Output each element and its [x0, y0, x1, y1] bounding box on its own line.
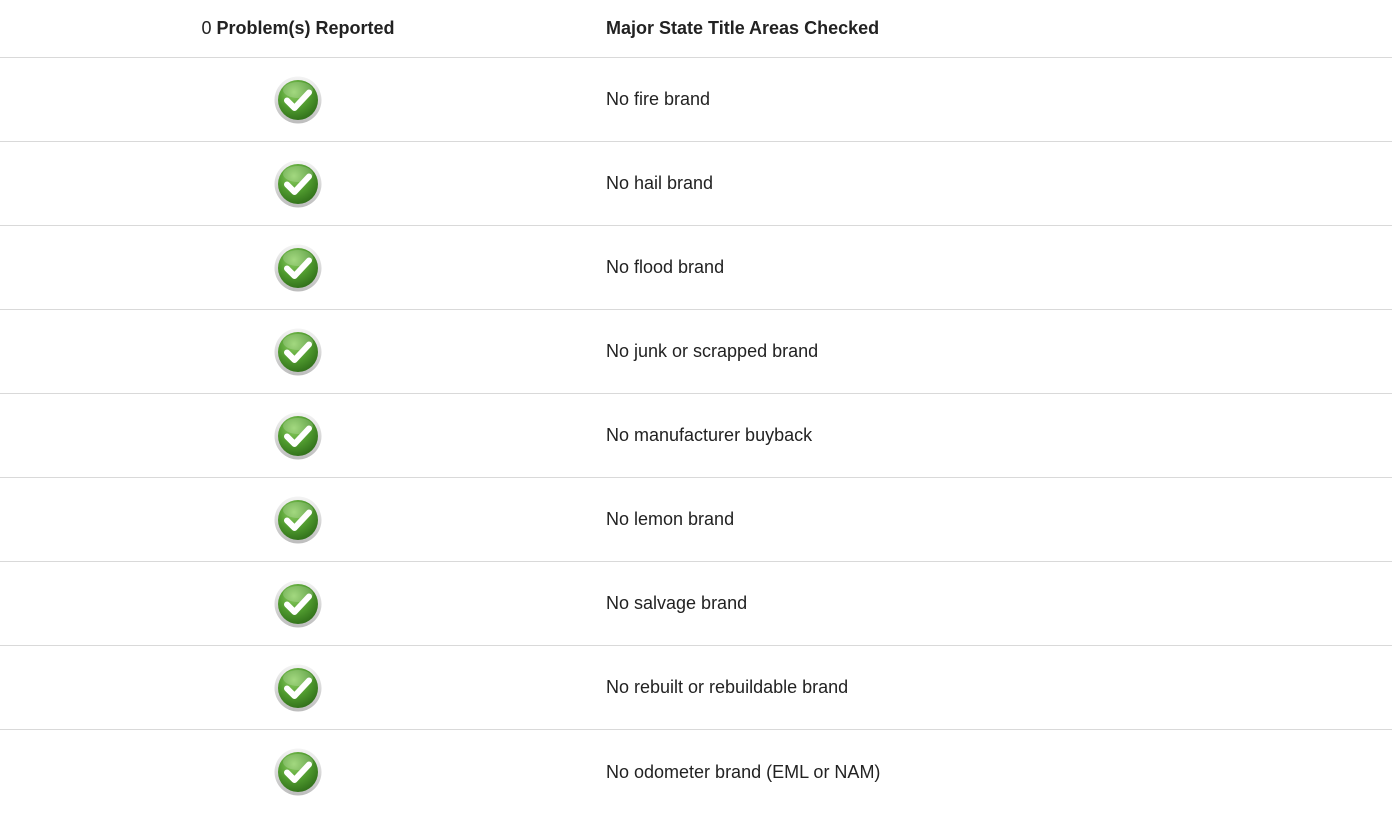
table-row: No odometer brand (EML or NAM): [0, 730, 1392, 814]
row-label: No junk or scrapped brand: [606, 341, 819, 361]
title-check-table: 0 Problem(s) Reported Major State Title …: [0, 0, 1392, 814]
table-header: 0 Problem(s) Reported Major State Title …: [0, 0, 1392, 58]
row-label: No salvage brand: [606, 593, 748, 613]
areas-label: Major State Title Areas Checked: [606, 18, 880, 38]
green-check-icon: [273, 495, 323, 545]
green-check-icon: [273, 75, 323, 125]
row-label: No hail brand: [606, 173, 714, 193]
green-check-icon: [273, 747, 323, 797]
green-check-icon: [273, 243, 323, 293]
table-row: No fire brand: [0, 58, 1392, 142]
table-row: No lemon brand: [0, 478, 1392, 562]
green-check-icon: [273, 579, 323, 629]
areas-header: Major State Title Areas Checked: [596, 18, 1392, 39]
green-check-icon: [273, 159, 323, 209]
problems-label: Problem(s) Reported: [216, 18, 395, 38]
row-label: No manufacturer buyback: [606, 425, 813, 445]
problem-count: 0: [201, 18, 212, 38]
row-label: No odometer brand (EML or NAM): [606, 761, 881, 782]
row-label: No fire brand: [606, 89, 711, 109]
table-row: No junk or scrapped brand: [0, 310, 1392, 394]
green-check-icon: [273, 327, 323, 377]
green-check-icon: [273, 663, 323, 713]
row-label: No rebuilt or rebuildable brand: [606, 677, 849, 697]
table-row: No rebuilt or rebuildable brand: [0, 646, 1392, 730]
table-row: No manufacturer buyback: [0, 394, 1392, 478]
problems-header: 0 Problem(s) Reported: [0, 18, 596, 39]
row-label: No flood brand: [606, 257, 725, 277]
table-row: No flood brand: [0, 226, 1392, 310]
table-row: No salvage brand: [0, 562, 1392, 646]
green-check-icon: [273, 411, 323, 461]
table-row: No hail brand: [0, 142, 1392, 226]
row-label: No lemon brand: [606, 509, 735, 529]
